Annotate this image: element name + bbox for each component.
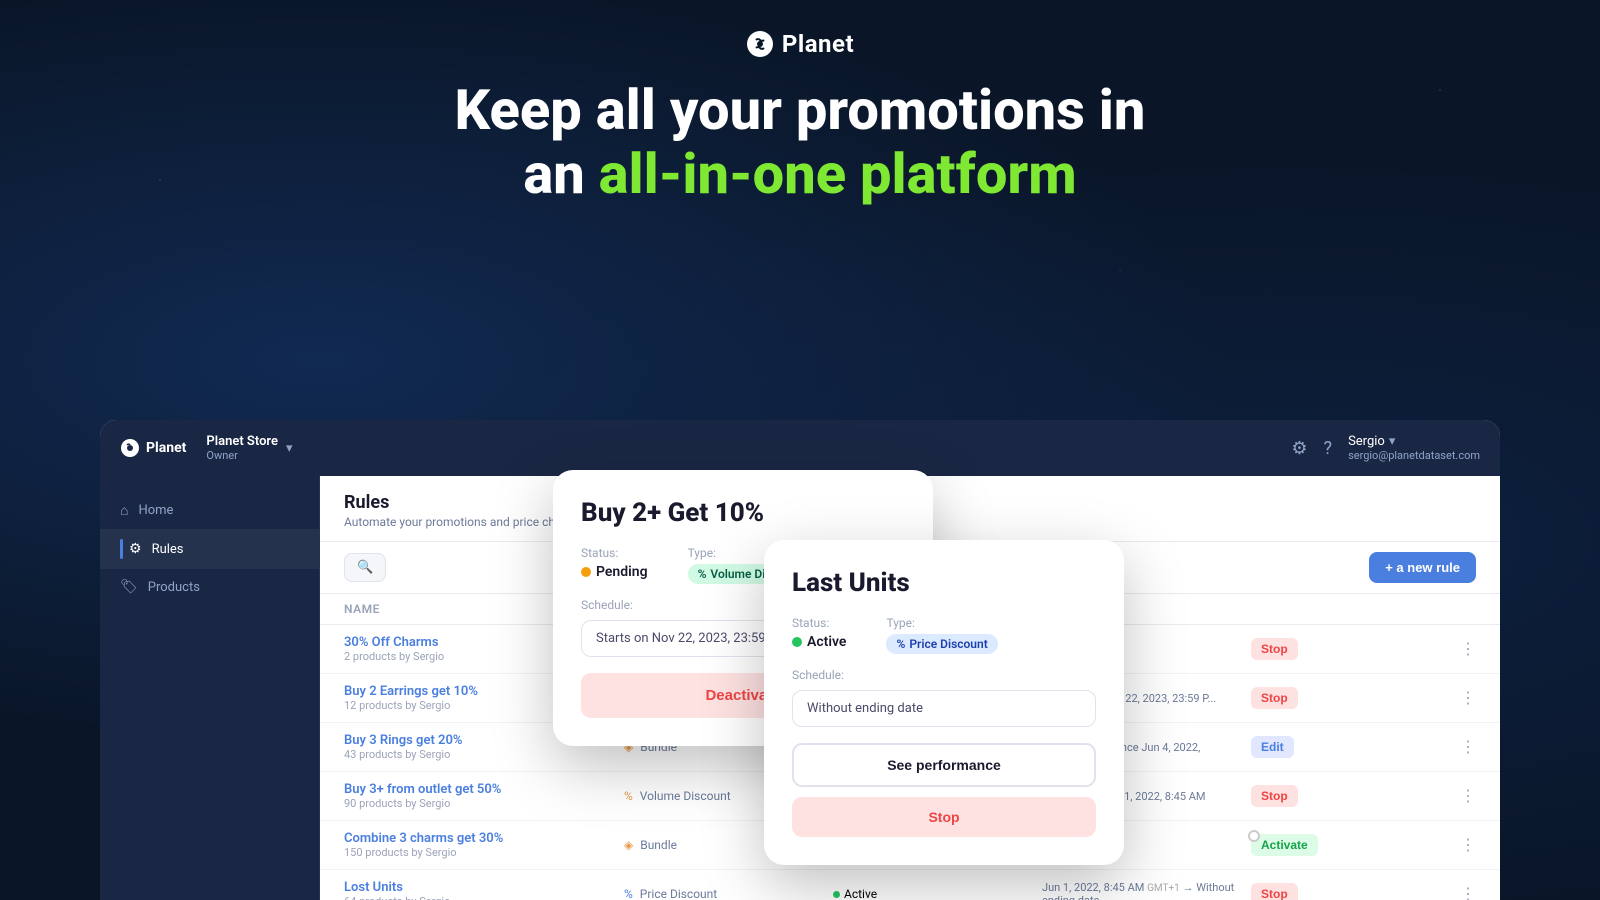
sidebar-item-rules[interactable]: ⚙ Rules (100, 529, 319, 569)
action-buttons: Stop (1251, 883, 1460, 900)
popup2-schedule-label: Schedule: (792, 668, 1096, 682)
popup2-stop-button[interactable]: Stop (792, 797, 1096, 837)
status-dot (833, 891, 840, 898)
active-indicator (120, 539, 123, 559)
sidebar-label-products: Products (148, 580, 200, 595)
popup1-status-section: Status: Pending (581, 546, 648, 584)
app-window: Planet Planet Store Owner ▾ ⚙ ? Sergio ▾… (100, 420, 1500, 900)
stop-button[interactable]: Stop (1251, 883, 1298, 900)
stop-button[interactable]: Stop (1251, 785, 1298, 807)
logo-area: Planet (0, 30, 1600, 58)
search-icon: 🔍 (357, 560, 373, 575)
popup1-status-label: Status: (581, 546, 648, 560)
edit-button[interactable]: Edit (1251, 736, 1294, 758)
popup2-meta-row: Status: Active Type: % Price Discount (792, 616, 1096, 654)
store-chevron-icon: ▾ (286, 441, 293, 456)
more-icon[interactable]: ⋮ (1460, 688, 1476, 708)
user-chevron-icon: ▾ (1389, 434, 1396, 449)
popup2-status-section: Status: Active (792, 616, 846, 654)
stop-button[interactable]: Stop (1251, 687, 1298, 709)
add-rule-button[interactable]: + a new rule (1369, 552, 1476, 583)
popup2-status-value: Active (792, 634, 846, 650)
popup2-schedule-value: Without ending date (792, 690, 1096, 727)
more-icon[interactable]: ⋮ (1460, 835, 1476, 855)
sidebar-label-rules: Rules (152, 542, 184, 557)
logo-text: Planet (782, 30, 854, 58)
active-dot (792, 637, 802, 647)
more-icon[interactable]: ⋮ (1460, 737, 1476, 757)
sidebar-label-home: Home (138, 503, 173, 518)
sidebar-item-products[interactable]: 🏷 Products (100, 569, 319, 605)
app-logo-icon (120, 438, 140, 458)
col-actions (1263, 602, 1476, 616)
search-box[interactable]: 🔍 (344, 553, 386, 582)
popup2-type-section: Type: % Price Discount (886, 616, 997, 654)
popup2-type-value: % Price Discount (886, 634, 997, 654)
home-icon: ⌂ (120, 502, 128, 519)
schedule-text: Jun 1, 2022, 8:45 AM GMT+1 → Without end… (1042, 881, 1251, 900)
pending-dot (581, 567, 591, 577)
action-buttons: Edit (1251, 736, 1460, 758)
action-buttons: Activate (1251, 834, 1460, 856)
rule-type: % Price Discount (624, 887, 833, 900)
user-info: Sergio ▾ sergio@planetdataset.com (1348, 434, 1480, 462)
user-email: sergio@planetdataset.com (1348, 449, 1480, 462)
products-icon: 🏷 (120, 579, 138, 595)
popup-card-last-units: Last Units Status: Active Type: % Price … (764, 540, 1124, 865)
price-discount-badge: % Price Discount (886, 634, 997, 654)
rule-name-cell: Combine 3 charms get 30% 150 products by… (344, 831, 624, 859)
more-icon[interactable]: ⋮ (1460, 639, 1476, 659)
settings-icon[interactable]: ⚙ (1291, 438, 1307, 459)
popup2-status-label: Status: (792, 616, 846, 630)
headline-line1: Keep all your promotions in (0, 78, 1600, 142)
status-text: Active (844, 887, 877, 900)
rule-name: Combine 3 charms get 30% (344, 831, 624, 846)
sidebar: ⌂ Home ⚙ Rules 🏷 Products (100, 476, 320, 900)
badge-icon: % (896, 637, 905, 651)
topbar-right: ⚙ ? Sergio ▾ sergio@planetdataset.com (1291, 434, 1480, 462)
rule-name-cell: Buy 3+ from outlet get 50% 90 products b… (344, 782, 624, 810)
popup2-title: Last Units (792, 568, 1096, 598)
popup2-type-label: Type: (886, 616, 997, 630)
status-badge: Active (833, 887, 1042, 900)
connector-dot-2 (1248, 830, 1260, 842)
header-section: Planet Keep all your promotions in an al… (0, 0, 1600, 207)
sidebar-item-home[interactable]: ⌂ Home (100, 492, 319, 529)
app-logo: Planet (120, 438, 186, 458)
rule-products: 64 products by Sergio (344, 895, 624, 900)
headline-line2: an all-in-one platform (0, 142, 1600, 206)
badge-icon: % (698, 567, 707, 581)
action-buttons: Stop (1251, 638, 1460, 660)
planet-logo-icon (746, 30, 774, 58)
stop-button[interactable]: Stop (1251, 638, 1298, 660)
rule-products: 43 products by Sergio (344, 748, 624, 761)
popup1-title: Buy 2+ Get 10% (581, 498, 905, 528)
rule-products: 150 products by Sergio (344, 846, 624, 859)
activate-button[interactable]: Activate (1251, 834, 1318, 856)
rules-icon: ⚙ (129, 541, 142, 557)
store-selector[interactable]: Planet Store Owner ▾ (206, 434, 292, 462)
more-options[interactable]: ⋮ (1460, 639, 1476, 659)
see-performance-button[interactable]: See performance (792, 743, 1096, 787)
action-buttons: Stop (1251, 785, 1460, 807)
headline: Keep all your promotions in an all-in-on… (0, 78, 1600, 207)
table-row: Lost Units 64 products by Sergio % Price… (320, 870, 1500, 900)
rule-name-cell: Lost Units 64 products by Sergio (344, 880, 624, 900)
action-buttons: Stop (1251, 687, 1460, 709)
app-topbar: Planet Planet Store Owner ▾ ⚙ ? Sergio ▾… (100, 420, 1500, 476)
rule-products: 90 products by Sergio (344, 797, 624, 810)
help-icon[interactable]: ? (1324, 438, 1333, 459)
more-icon[interactable]: ⋮ (1460, 884, 1476, 900)
rule-name: Lost Units (344, 880, 624, 895)
popup1-status-value: Pending (581, 564, 648, 580)
user-name: Sergio (1348, 434, 1385, 449)
rule-name: Buy 3+ from outlet get 50% (344, 782, 624, 797)
more-icon[interactable]: ⋮ (1460, 786, 1476, 806)
